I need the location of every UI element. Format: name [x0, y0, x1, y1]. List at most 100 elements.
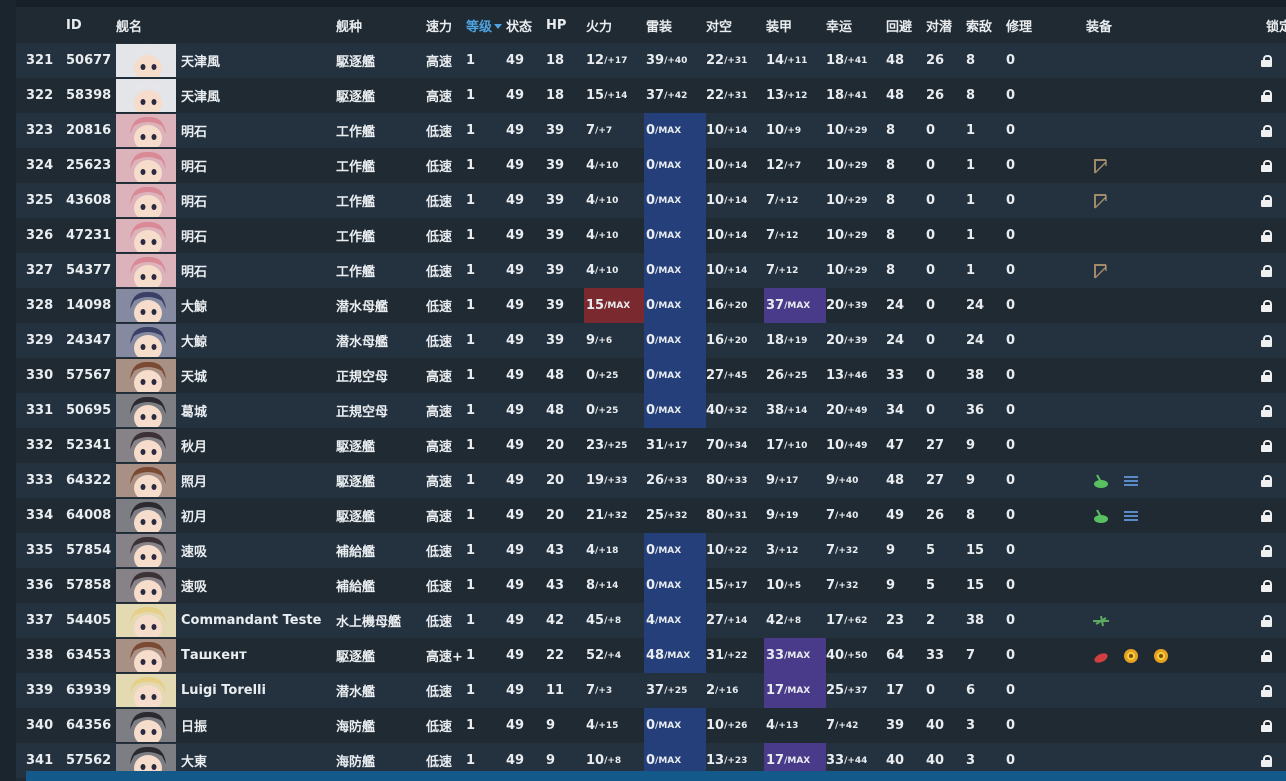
crane-icon[interactable]: [1092, 157, 1110, 175]
column-header-lock[interactable]: 锁定: [1266, 7, 1286, 43]
gun-icon[interactable]: [1092, 472, 1110, 490]
lock-icon[interactable]: [1261, 650, 1272, 662]
column-header-lv[interactable]: 等级: [466, 7, 503, 43]
table-row[interactable]: 335 57854 速吸 補給艦 低速 1 49 43 9 5 15 0 4/+18 0/MAX 10/+2…: [16, 533, 1286, 568]
radar-icon[interactable]: [1122, 507, 1140, 525]
table-row[interactable]: 337 54405 Commandant Teste 水上機母艦 低速 1 49 42 23 2 3…: [16, 603, 1286, 638]
lock-icon[interactable]: [1261, 545, 1272, 557]
table-row[interactable]: 336 57858 速吸 補給艦 低速 1 49 43 9 5 15 0 8/+14 0/MAX 15/+1…: [16, 568, 1286, 603]
column-header-cond[interactable]: 状态: [506, 7, 532, 43]
table-row[interactable]: 331 50695 葛城 正規空母 高速 1 49 48 34 0 36 0 0/+25 0/MAX 40/…: [16, 393, 1286, 428]
table-row[interactable]: 328 14098 大鯨 潜水母艦 低速 1 49 39 24 0 24 0 15/MAX 0/MAX 16…: [16, 288, 1286, 323]
lock-icon[interactable]: [1261, 685, 1272, 697]
cell-cond: 49: [506, 543, 525, 558]
column-header-type[interactable]: 舰种: [336, 7, 362, 43]
lock-icon[interactable]: [1261, 755, 1272, 767]
cell-name[interactable]: 日振: [181, 708, 207, 743]
lock-icon[interactable]: [1261, 300, 1272, 312]
table-row[interactable]: 333 64322 照月 駆逐艦 高速 1 49 20 48 27 9 0 19/+33 26/+33 80…: [16, 463, 1286, 498]
table-row[interactable]: 334 64008 初月 駆逐艦 高速 1 49 20 49 26 8 0 21/+32 25/+32 80…: [16, 498, 1286, 533]
crane-icon[interactable]: [1092, 262, 1110, 280]
table-row[interactable]: 338 63453 Ташкент 駆逐艦 高速+ 1 49 22 64 33 7 0 52/+4 48/…: [16, 638, 1286, 673]
lock-icon[interactable]: [1261, 580, 1272, 592]
cell-name[interactable]: 明石: [181, 113, 207, 148]
cell-name[interactable]: 大鯨: [181, 288, 207, 323]
seaplane-icon[interactable]: [1092, 612, 1110, 630]
table-row[interactable]: 322 58398 天津風 駆逐艦 高速 1 49 18 48 26 8 0 15/+14 37/+42 2…: [16, 78, 1286, 113]
table-row[interactable]: 323 20816 明石 工作艦 低速 1 49 39 8 0 1 0 7/+7 0/MAX 10/+14 1…: [16, 113, 1286, 148]
column-header-tp[interactable]: 雷装: [646, 7, 672, 43]
cell-name[interactable]: 天城: [181, 358, 207, 393]
cell-name[interactable]: 照月: [181, 463, 207, 498]
table-row[interactable]: 330 57567 天城 正規空母 高速 1 49 48 33 0 38 0 0/+25 0/MAX 27/…: [16, 358, 1286, 393]
column-header-aa[interactable]: 对空: [706, 7, 732, 43]
cell-name[interactable]: 葛城: [181, 393, 207, 428]
radar-icon[interactable]: [1122, 472, 1140, 490]
lock-icon[interactable]: [1261, 615, 1272, 627]
table-row[interactable]: 339 63939 Luigi Torelli 潜水艦 低速 1 49 11 17 0 6 0 7/+3…: [16, 673, 1286, 708]
cell-name[interactable]: 初月: [181, 498, 207, 533]
lock-icon[interactable]: [1261, 510, 1272, 522]
cell-asw: 5: [926, 578, 936, 593]
lock-icon[interactable]: [1261, 90, 1272, 102]
stat-value: 0: [646, 123, 656, 138]
cell-name[interactable]: 明石: [181, 253, 207, 288]
column-header-speed[interactable]: 速力: [426, 7, 452, 43]
column-header-equip[interactable]: 装备: [1086, 7, 1112, 43]
stat-remaining: /+14: [724, 265, 748, 276]
column-header-name[interactable]: 舰名: [116, 7, 142, 43]
ship-avatar: [116, 569, 176, 602]
table-row[interactable]: 324 25623 明石 工作艦 低速 1 49 39 8 0 1 0 4/+10 0/MAX 10/+14…: [16, 148, 1286, 183]
lock-icon[interactable]: [1261, 230, 1272, 242]
cell-name[interactable]: 大鯨: [181, 323, 207, 358]
lock-icon[interactable]: [1261, 125, 1272, 137]
column-header-id[interactable]: ID: [66, 7, 82, 43]
lock-icon[interactable]: [1261, 160, 1272, 172]
table-row[interactable]: 340 64356 日振 海防艦 低速 1 49 9 39 40 3 0 4/+15 0/MAX 10/+2…: [16, 708, 1286, 743]
column-header-ev[interactable]: 回避: [886, 7, 912, 43]
cell-name[interactable]: Commandant Teste: [181, 603, 321, 638]
table-row[interactable]: 332 52341 秋月 駆逐艦 高速 1 49 20 47 27 9 0 23/+25 31/+17 70…: [16, 428, 1286, 463]
cell-cond: 49: [506, 403, 525, 418]
lock-icon[interactable]: [1261, 335, 1272, 347]
cell-name[interactable]: 明石: [181, 183, 207, 218]
column-header-fp[interactable]: 火力: [586, 7, 612, 43]
cell-name[interactable]: 速吸: [181, 533, 207, 568]
cell-name[interactable]: 天津風: [181, 43, 220, 78]
cell-name[interactable]: 明石: [181, 218, 207, 253]
table-row[interactable]: 327 54377 明石 工作艦 低速 1 49 39 8 0 1 0 4/+10 0/MAX 10/+14…: [16, 253, 1286, 288]
column-header-asw[interactable]: 对潜: [926, 7, 952, 43]
lock-icon[interactable]: [1261, 265, 1272, 277]
table-row[interactable]: 325 43608 明石 工作艦 低速 1 49 39 8 0 1 0 4/+10 0/MAX 10/+14…: [16, 183, 1286, 218]
column-header-ar[interactable]: 装甲: [766, 7, 792, 43]
table-row[interactable]: 321 50677 天津風 駆逐艦 高速 1 49 18 48 26 8 0 12/+17 39/+40 2…: [16, 43, 1286, 78]
table-row[interactable]: 326 47231 明石 工作艦 低速 1 49 39 8 0 1 0 4/+10 0/MAX 10/+14…: [16, 218, 1286, 253]
cell-name[interactable]: 明石: [181, 148, 207, 183]
stat-value: 2: [706, 683, 716, 698]
red-gun-icon[interactable]: [1092, 647, 1110, 665]
cell-name[interactable]: 秋月: [181, 428, 207, 463]
crane-icon[interactable]: [1092, 192, 1110, 210]
table-row[interactable]: 329 24347 大鯨 潜水母艦 低速 1 49 39 24 0 24 0 9/+6 0/MAX 16/+…: [16, 323, 1286, 358]
lock-icon[interactable]: [1261, 720, 1272, 732]
lock-icon[interactable]: [1261, 405, 1272, 417]
sun-icon[interactable]: [1152, 647, 1170, 665]
cell-name[interactable]: 天津風: [181, 78, 220, 113]
cell-name[interactable]: Ташкент: [181, 638, 247, 673]
cell-name[interactable]: 速吸: [181, 568, 207, 603]
sun-icon[interactable]: [1122, 647, 1140, 665]
stat-value: 0: [646, 718, 656, 733]
gun-icon[interactable]: [1092, 507, 1110, 525]
cell-los: 15: [966, 578, 985, 593]
column-header-los[interactable]: 索敌: [966, 7, 992, 43]
lock-icon[interactable]: [1261, 195, 1272, 207]
lock-icon[interactable]: [1261, 370, 1272, 382]
horizontal-scrollbar[interactable]: [26, 771, 1286, 781]
column-header-hp[interactable]: HP: [546, 7, 566, 43]
lock-icon[interactable]: [1261, 55, 1272, 67]
cell-name[interactable]: Luigi Torelli: [181, 673, 266, 708]
column-header-rep[interactable]: 修理: [1006, 7, 1032, 43]
column-header-lk[interactable]: 幸运: [826, 7, 852, 43]
lock-icon[interactable]: [1261, 475, 1272, 487]
lock-icon[interactable]: [1261, 440, 1272, 452]
